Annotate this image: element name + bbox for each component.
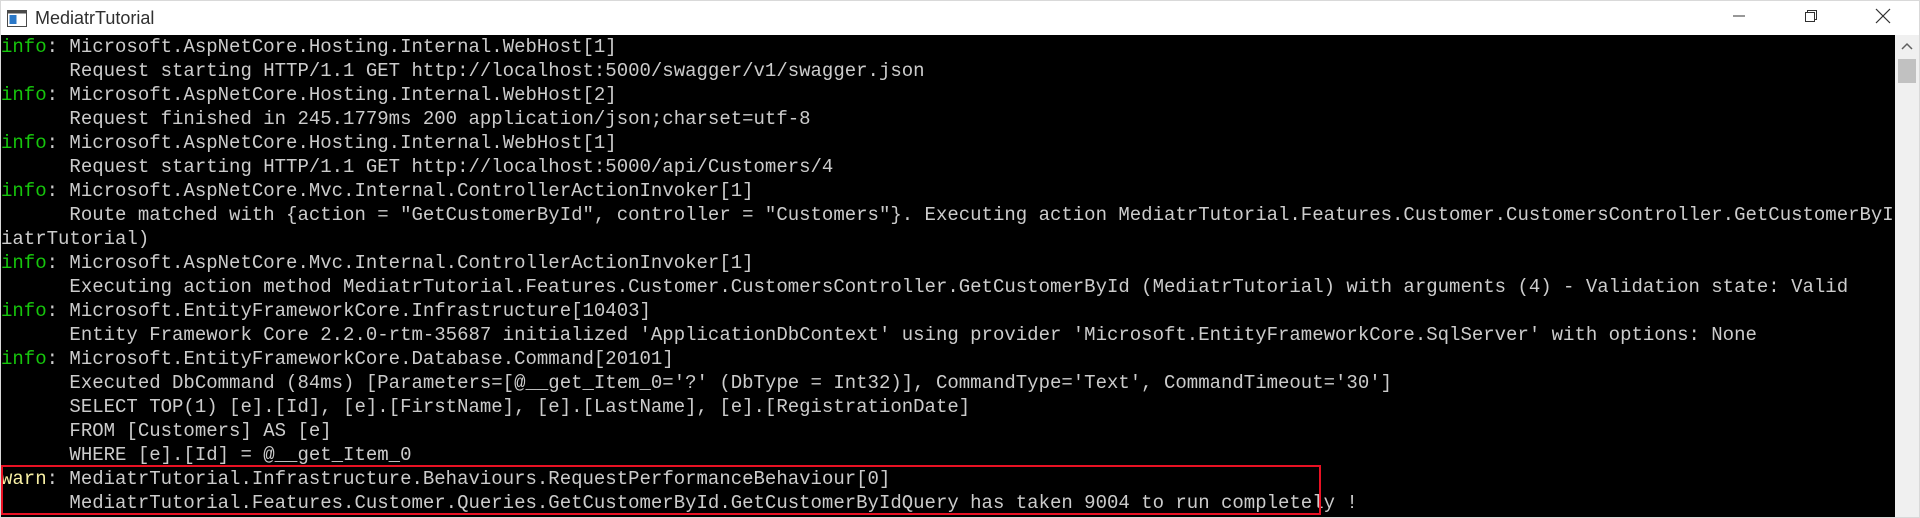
log-message: Executed DbCommand (84ms) [Parameters=[@… bbox=[1, 372, 1393, 394]
log-message: MediatrTutorial.Infrastructure.Behaviour… bbox=[69, 468, 891, 490]
log-level-label: info bbox=[1, 252, 47, 274]
minimize-icon bbox=[1732, 9, 1746, 28]
vertical-scrollbar[interactable] bbox=[1895, 35, 1919, 517]
console-line: info: Microsoft.AspNetCore.Hosting.Inter… bbox=[1, 35, 1895, 59]
log-message: Request finished in 245.1779ms 200 appli… bbox=[1, 108, 811, 130]
log-level-label: warn bbox=[1, 468, 47, 490]
log-level-separator: : bbox=[46, 180, 70, 202]
console-line: Request finished in 245.1779ms 200 appli… bbox=[1, 107, 1895, 131]
log-level-label: info bbox=[1, 84, 47, 106]
log-level-separator: : bbox=[46, 300, 70, 322]
log-message: MediatrTutorial.Features.Customer.Querie… bbox=[1, 492, 1358, 514]
console-line: Route matched with {action = "GetCustome… bbox=[1, 203, 1895, 227]
log-message: WHERE [e].[Id] = @__get_Item_0 bbox=[1, 444, 412, 466]
scroll-thumb[interactable] bbox=[1898, 59, 1916, 83]
log-message: Microsoft.AspNetCore.Mvc.Internal.Contro… bbox=[69, 180, 754, 202]
console-window: MediatrTutorial info: Microsoft.AspNetCo… bbox=[0, 0, 1920, 518]
console-line: info: Microsoft.AspNetCore.Mvc.Internal.… bbox=[1, 179, 1895, 203]
log-message: Microsoft.AspNetCore.Hosting.Internal.We… bbox=[69, 36, 617, 58]
restore-icon bbox=[1804, 9, 1818, 28]
log-message: SELECT TOP(1) [e].[Id], [e].[FirstName],… bbox=[1, 396, 971, 418]
log-level-separator: : bbox=[46, 348, 70, 370]
console-line: MediatrTutorial.Features.Customer.Querie… bbox=[1, 491, 1895, 515]
log-level-label: info bbox=[1, 180, 47, 202]
log-message: Microsoft.EntityFrameworkCore.Database.C… bbox=[69, 348, 674, 370]
log-level-label: info bbox=[1, 36, 47, 58]
log-message: Microsoft.EntityFrameworkCore.Infrastruc… bbox=[69, 300, 651, 322]
log-message: Microsoft.AspNetCore.Hosting.Internal.We… bbox=[69, 132, 617, 154]
log-message: Executing action method MediatrTutorial.… bbox=[1, 276, 1849, 298]
console-line: SELECT TOP(1) [e].[Id], [e].[FirstName],… bbox=[1, 395, 1895, 419]
console-line: Executing action method MediatrTutorial.… bbox=[1, 275, 1895, 299]
console-line: Executed DbCommand (84ms) [Parameters=[@… bbox=[1, 371, 1895, 395]
log-level-separator: : bbox=[46, 36, 70, 58]
log-message: Microsoft.AspNetCore.Hosting.Internal.We… bbox=[69, 84, 617, 106]
scroll-up-button[interactable] bbox=[1895, 35, 1919, 57]
title-bar[interactable]: MediatrTutorial bbox=[1, 1, 1919, 35]
log-level-label: info bbox=[1, 348, 47, 370]
close-button[interactable] bbox=[1847, 1, 1919, 35]
log-message: Request starting HTTP/1.1 GET http://loc… bbox=[1, 60, 925, 82]
log-message: iatrTutorial) bbox=[1, 228, 150, 250]
log-level-separator: : bbox=[46, 84, 70, 106]
console-line: WHERE [e].[Id] = @__get_Item_0 bbox=[1, 443, 1895, 467]
chevron-up-icon bbox=[1901, 37, 1913, 55]
log-level-separator: : bbox=[46, 132, 70, 154]
log-level-separator: : bbox=[46, 468, 70, 490]
close-icon bbox=[1875, 8, 1891, 29]
log-level-separator: : bbox=[46, 252, 70, 274]
console-app-icon bbox=[7, 9, 27, 27]
log-message: Route matched with {action = "GetCustome… bbox=[1, 204, 1895, 226]
console-line: info: Microsoft.AspNetCore.Mvc.Internal.… bbox=[1, 251, 1895, 275]
console-line: iatrTutorial) bbox=[1, 227, 1895, 251]
console-line: Request starting HTTP/1.1 GET http://loc… bbox=[1, 59, 1895, 83]
console-line: FROM [Customers] AS [e] bbox=[1, 419, 1895, 443]
log-level-label: info bbox=[1, 300, 47, 322]
console-line: Entity Framework Core 2.2.0-rtm-35687 in… bbox=[1, 323, 1895, 347]
minimize-button[interactable] bbox=[1703, 1, 1775, 35]
console-output[interactable]: info: Microsoft.AspNetCore.Hosting.Inter… bbox=[1, 35, 1895, 517]
log-message: Request starting HTTP/1.1 GET http://loc… bbox=[1, 156, 834, 178]
log-message: Entity Framework Core 2.2.0-rtm-35687 in… bbox=[1, 324, 1757, 346]
console-lines: info: Microsoft.AspNetCore.Hosting.Inter… bbox=[1, 35, 1895, 515]
console-line: Request starting HTTP/1.1 GET http://loc… bbox=[1, 155, 1895, 179]
console-line: info: Microsoft.AspNetCore.Hosting.Inter… bbox=[1, 131, 1895, 155]
console-line: info: Microsoft.EntityFrameworkCore.Infr… bbox=[1, 299, 1895, 323]
console-line: info: Microsoft.EntityFrameworkCore.Data… bbox=[1, 347, 1895, 371]
log-message: Microsoft.AspNetCore.Mvc.Internal.Contro… bbox=[69, 252, 754, 274]
log-message: FROM [Customers] AS [e] bbox=[1, 420, 332, 442]
console-line: warn: MediatrTutorial.Infrastructure.Beh… bbox=[1, 467, 1895, 491]
log-level-label: info bbox=[1, 132, 47, 154]
console-line: info: Microsoft.AspNetCore.Hosting.Inter… bbox=[1, 83, 1895, 107]
window-title: MediatrTutorial bbox=[35, 7, 155, 28]
restore-button[interactable] bbox=[1775, 1, 1847, 35]
